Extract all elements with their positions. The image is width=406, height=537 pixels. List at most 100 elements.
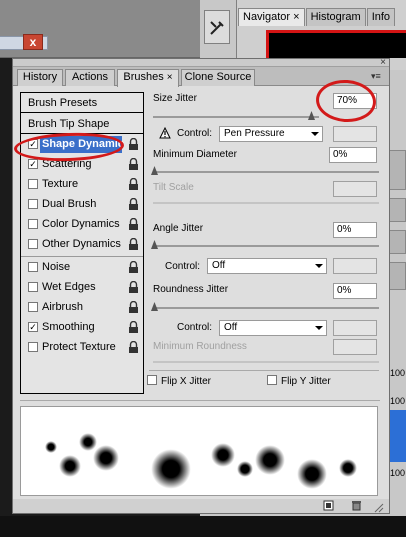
close-icon[interactable]: × [293,11,299,23]
trash-icon[interactable] [351,500,362,511]
roundness-jitter-field[interactable]: 0% [333,283,377,299]
settings-item-texture[interactable]: Texture [21,175,143,195]
checkbox[interactable] [28,219,38,229]
settings-item-color-dynamics[interactable]: Color Dynamics [21,215,143,235]
roundness-jitter-slider[interactable] [153,307,379,309]
document-close-button[interactable]: x [23,34,43,50]
tool-preset-button[interactable] [204,10,230,44]
brush-dab [297,459,327,489]
tab-actions[interactable]: Actions [65,69,115,86]
bottom-dark-area [0,516,406,537]
brushes-panel: × History Actions Brushes × Clone Source … [12,58,390,514]
tab-histogram[interactable]: Histogram [305,8,366,26]
minimum-diameter-slider-thumb[interactable] [151,166,158,175]
settings-item-label: Color Dynamics [42,218,120,230]
brush-dab [59,455,81,477]
settings-item-dual-brush[interactable]: Dual Brush [21,195,143,215]
checkbox[interactable]: ✓ [28,159,38,169]
brush-dab [255,445,285,475]
angle-control-field [333,258,377,274]
lock-icon[interactable] [128,218,139,231]
create-new-brush-icon[interactable] [323,500,334,511]
settings-item-protect-texture[interactable]: Protect Texture [21,338,143,358]
checkbox[interactable] [28,282,38,292]
settings-item-smoothing[interactable]: ✓ Smoothing [21,318,143,338]
brush-presets-item[interactable]: Brush Presets [21,93,143,113]
roundness-control-field [333,320,377,336]
lock-icon[interactable] [128,301,139,314]
side-value: 100 [390,396,406,406]
tab-info[interactable]: Info [366,8,396,26]
lock-icon[interactable] [128,138,139,151]
brush-dab [211,443,235,467]
chevron-down-icon [315,326,323,330]
panel-menu-icon[interactable]: ▾≡ [371,71,385,81]
size-jitter-label: Size Jitter [153,93,197,104]
settings-item-other-dynamics[interactable]: Other Dynamics [21,235,143,255]
checkbox[interactable] [28,239,38,249]
brush-tip-shape-item[interactable]: Brush Tip Shape [21,114,143,134]
tab-history[interactable]: History [17,69,63,86]
brush-dab [79,433,97,451]
checkbox[interactable] [28,302,38,312]
divider [149,370,379,371]
minimum-diameter-slider[interactable] [153,171,379,173]
checkbox[interactable] [267,375,277,385]
angle-jitter-slider[interactable] [153,245,379,247]
flip-y-jitter-checkbox[interactable]: Flip Y Jitter [267,375,331,387]
size-jitter-slider-thumb[interactable] [308,111,316,120]
warning-icon [159,127,171,139]
resize-grip-icon[interactable] [373,502,384,513]
settings-item-wet-edges[interactable]: Wet Edges [21,278,143,298]
tab-clone-source[interactable]: Clone Source [181,69,255,86]
lock-icon[interactable] [128,198,139,211]
size-control-dropdown[interactable]: Pen Pressure [219,126,323,142]
flip-x-jitter-checkbox[interactable]: Flip X Jitter [147,375,211,387]
minimum-diameter-field[interactable]: 0% [329,147,377,163]
lock-icon[interactable] [128,178,139,191]
tab-brushes[interactable]: Brushes × [117,69,179,87]
lock-icon[interactable] [128,281,139,294]
lock-icon[interactable] [128,238,139,251]
size-jitter-slider[interactable] [153,116,319,118]
panel-title-bar[interactable]: × [13,58,389,68]
minimum-roundness-field [333,339,377,355]
settings-item-airbrush[interactable]: Airbrush [21,298,143,318]
tab-navigator[interactable]: Navigator × [238,8,305,26]
brush-dab [93,445,119,471]
tilt-scale-label: Tilt Scale [153,182,194,193]
panel-close-icon[interactable]: × [380,58,386,68]
minimum-roundness-slider [153,361,379,363]
checkbox[interactable] [147,375,157,385]
angle-jitter-slider-thumb[interactable] [151,240,158,249]
angle-jitter-field[interactable]: 0% [333,222,377,238]
checkbox[interactable] [28,342,38,352]
navigator-preview[interactable] [266,30,406,58]
navigator-tabs: Navigator × Histogram Info [238,8,396,26]
settings-item-label: Dual Brush [42,198,97,210]
checkbox[interactable] [28,262,38,272]
angle-jitter-label: Angle Jitter [153,223,204,234]
roundness-jitter-slider-thumb[interactable] [151,302,158,311]
size-control-label: Control: [177,128,213,139]
lock-icon[interactable] [128,341,139,354]
size-control-field [333,126,377,142]
lock-icon[interactable] [128,261,139,274]
brush-dab [45,441,57,453]
divider [21,256,143,257]
checkbox[interactable]: ✓ [28,322,38,332]
brush-settings-pane: Size Jitter 70% Control: Pen Pressure Mi… [147,89,381,429]
tool-preset-icon [210,21,224,35]
chevron-down-icon [311,132,319,136]
settings-item-label: Protect Texture [42,341,116,353]
angle-control-label: Control: [165,261,201,272]
checkbox[interactable] [28,199,38,209]
divider [20,400,380,401]
checkbox[interactable] [28,179,38,189]
angle-control-dropdown[interactable]: Off [207,258,327,274]
lock-icon[interactable] [128,158,139,171]
lock-icon[interactable] [128,321,139,334]
close-icon[interactable]: × [167,72,173,83]
settings-item-noise[interactable]: Noise [21,258,143,278]
roundness-control-dropdown[interactable]: Off [219,320,327,336]
